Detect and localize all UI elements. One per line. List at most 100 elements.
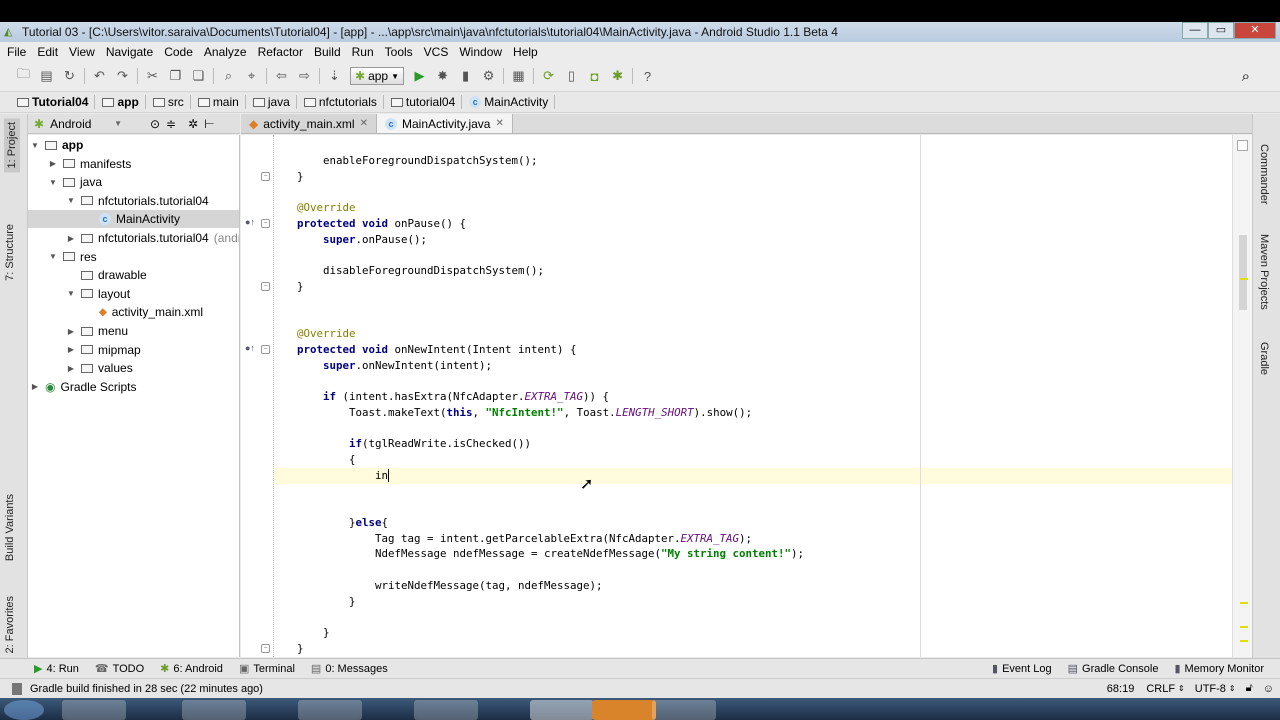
inspector-icon[interactable]: ☺ <box>1263 683 1274 695</box>
tree-item[interactable]: ▶ nfctutorials.tutorial04 (andro <box>66 229 239 247</box>
menu-edit[interactable]: Edit <box>37 45 58 59</box>
menu-navigate[interactable]: Navigate <box>106 45 153 59</box>
code-line[interactable]: Toast.makeText(this, "NfcIntent!", Toast… <box>297 405 804 421</box>
collapsed-arrow-icon[interactable]: ▶ <box>66 327 76 336</box>
code-line[interactable]: NdefMessage ndefMessage = createNdefMess… <box>297 546 804 562</box>
warning-marker[interactable] <box>1240 602 1248 604</box>
tool-window-button[interactable]: ▤ Gradle Console <box>1068 662 1159 676</box>
run-icon[interactable]: ▶ <box>408 68 431 84</box>
tree-item[interactable]: ▼ java <box>48 173 102 191</box>
code-line[interactable]: super.onNewIntent(intent); <box>297 358 804 374</box>
breadcrumb-item[interactable]: src <box>150 95 191 109</box>
collapsed-arrow-icon[interactable]: ▶ <box>48 159 58 168</box>
expanded-arrow-icon[interactable]: ▼ <box>48 252 58 261</box>
tool-window-button[interactable]: ▮ Event Log <box>992 662 1052 676</box>
menu-help[interactable]: Help <box>513 45 538 59</box>
breadcrumb-item[interactable]: main <box>195 95 246 109</box>
code-content[interactable]: enableForegroundDispatchSystem();} @Overr… <box>297 153 804 657</box>
menu-tools[interactable]: Tools <box>385 45 413 59</box>
start-button[interactable] <box>4 700 44 720</box>
warning-marker[interactable] <box>1240 278 1248 280</box>
tab-build-variants[interactable]: Build Variants <box>4 494 16 561</box>
tree-item[interactable]: ◆ activity_main.xml <box>84 303 203 321</box>
cut-icon[interactable]: ✂ <box>141 68 164 84</box>
code-line[interactable] <box>297 247 804 263</box>
tab-maven-projects[interactable]: Maven Projects <box>1258 234 1270 310</box>
code-line[interactable] <box>297 609 804 625</box>
code-line[interactable]: { <box>297 452 804 468</box>
tool-window-button[interactable]: ☎ TODO <box>95 662 144 676</box>
avd-manager-icon[interactable]: ▯ <box>560 68 583 84</box>
open-icon[interactable]: 🗀︎ <box>12 65 35 87</box>
code-line[interactable]: super.onPause(); <box>297 232 804 248</box>
expanded-arrow-icon[interactable]: ▼ <box>66 196 76 205</box>
breadcrumb-item[interactable]: Tutorial04 <box>14 95 96 109</box>
taskbar-item[interactable] <box>530 700 594 720</box>
tab-commander[interactable]: Commander <box>1258 144 1270 205</box>
sdk-manager-icon[interactable]: ▦ <box>507 68 530 84</box>
code-line[interactable]: protected void onNewIntent(Intent intent… <box>297 342 804 358</box>
gradle-sync-icon[interactable]: ⟳ <box>537 68 560 84</box>
menu-window[interactable]: Window <box>459 45 502 59</box>
expanded-arrow-icon[interactable]: ▼ <box>66 289 76 298</box>
fold-marker-icon[interactable]: − <box>261 218 270 228</box>
menu-view[interactable]: View <box>69 45 95 59</box>
tree-item[interactable]: drawable <box>66 266 147 284</box>
code-line[interactable]: } <box>297 625 804 641</box>
breadcrumb-item[interactable]: tutorial04 <box>388 95 463 109</box>
lock-icon[interactable]: 🔓︎ <box>1246 682 1253 695</box>
warning-marker[interactable] <box>1240 626 1248 628</box>
code-line[interactable] <box>297 373 804 389</box>
tree-item[interactable]: ▶ menu <box>66 322 128 340</box>
tab-favorites[interactable]: 2: Favorites <box>4 596 16 653</box>
close-button[interactable]: ✕ <box>1234 22 1276 39</box>
menu-build[interactable]: Build <box>314 45 341 59</box>
fold-marker-icon[interactable]: − <box>261 344 270 354</box>
code-line[interactable]: } <box>297 641 804 657</box>
code-line[interactable]: if(tglReadWrite.isChecked()) <box>297 436 804 452</box>
collapsed-arrow-icon[interactable]: ▶ <box>30 382 40 391</box>
back-icon[interactable]: ⇦ <box>270 68 293 84</box>
forward-icon[interactable]: ⇨ <box>293 68 316 84</box>
collapsed-arrow-icon[interactable]: ▶ <box>66 345 76 354</box>
editor-scrollbar[interactable] <box>1232 135 1252 657</box>
code-line[interactable]: } <box>297 279 804 295</box>
fold-marker-icon[interactable]: − <box>261 171 270 181</box>
file-encoding[interactable]: UTF-8 <box>1195 683 1226 695</box>
undo-icon[interactable]: ↶ <box>88 68 111 84</box>
tool-window-button[interactable]: ▮ Memory Monitor <box>1174 662 1264 676</box>
collapsed-arrow-icon[interactable]: ▶ <box>66 364 76 373</box>
tool-window-button[interactable]: ▣ Terminal <box>239 662 295 676</box>
copy-icon[interactable]: ❐ <box>164 68 187 84</box>
line-separator[interactable]: CRLF <box>1146 683 1175 695</box>
collapsed-arrow-icon[interactable]: ▶ <box>66 234 76 243</box>
save-icon[interactable]: ▤ <box>35 68 58 84</box>
breadcrumb-item[interactable]: app <box>99 95 146 109</box>
toggle-tool-buttons-icon[interactable] <box>12 682 22 695</box>
search-everywhere-icon[interactable]: ⌕ <box>1242 68 1250 85</box>
expanded-arrow-icon[interactable]: ▼ <box>48 178 58 187</box>
project-view-select[interactable]: Android <box>50 117 108 131</box>
breadcrumb-item[interactable]: c MainActivity <box>466 95 556 109</box>
android-monitor-icon[interactable]: ◘ <box>583 69 606 84</box>
attach-debugger-icon[interactable]: ▮ <box>454 68 477 84</box>
hide-panel-icon[interactable]: ⊢ <box>204 117 214 131</box>
code-line[interactable]: if (intent.hasExtra(NfcAdapter.EXTRA_TAG… <box>297 389 804 405</box>
taskbar-item[interactable] <box>298 700 362 720</box>
tab-project[interactable]: 1: Project <box>4 118 20 173</box>
taskbar-item[interactable] <box>652 700 716 720</box>
paste-icon[interactable]: ❏ <box>187 68 210 84</box>
editor-tab[interactable]: c MainActivity.java ✕ <box>376 114 513 133</box>
replace-icon[interactable]: ⌖ <box>240 68 263 84</box>
fold-marker-icon[interactable]: − <box>261 281 270 291</box>
close-tab-icon[interactable]: ✕ <box>360 118 368 129</box>
code-line[interactable] <box>297 295 804 311</box>
find-icon[interactable]: ⌕ <box>217 68 240 84</box>
code-line[interactable] <box>297 420 804 436</box>
tree-item[interactable]: ▼ app <box>30 136 83 154</box>
close-tab-icon[interactable]: ✕ <box>495 118 503 129</box>
minimize-button[interactable]: — <box>1182 22 1208 39</box>
tree-item[interactable]: ▼ res <box>48 248 97 266</box>
code-line[interactable]: protected void onPause() { <box>297 216 804 232</box>
expanded-arrow-icon[interactable]: ▼ <box>30 141 40 150</box>
